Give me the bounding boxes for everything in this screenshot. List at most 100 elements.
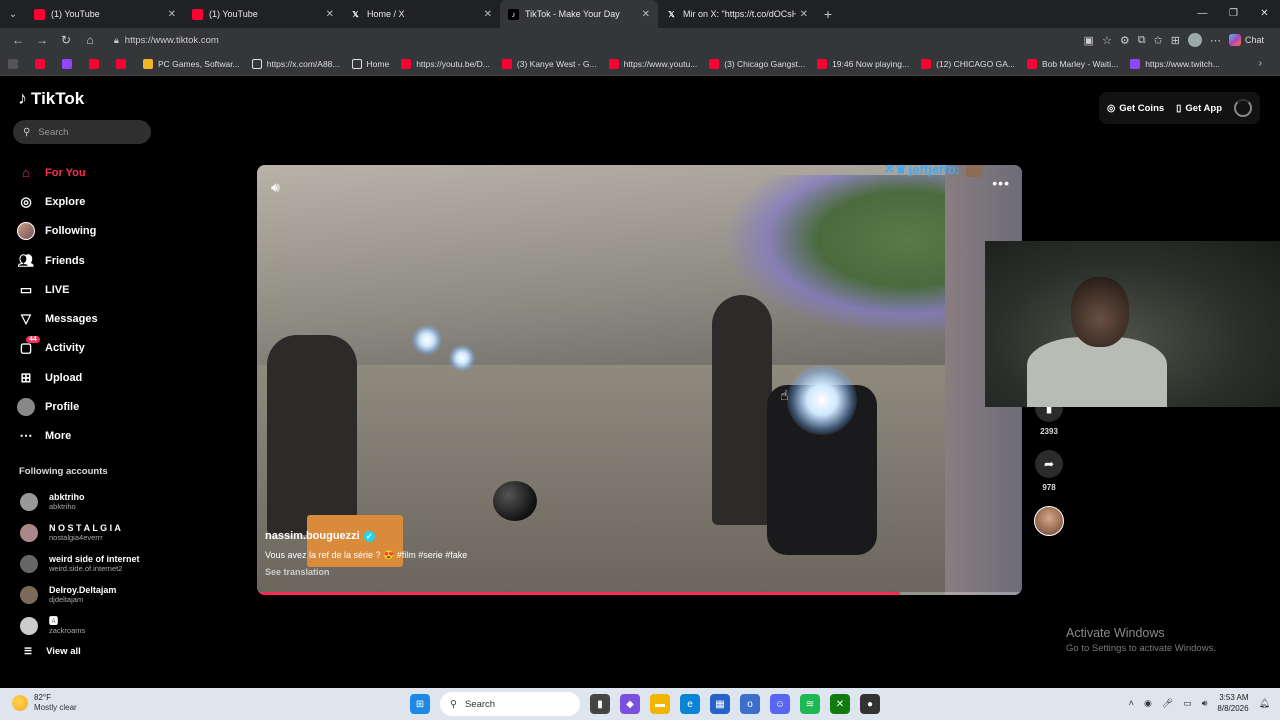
browser-tab[interactable]: (1) YouTube ✕ <box>26 0 184 28</box>
home-icon: ⌂ <box>22 165 30 181</box>
minimize-icon[interactable]: — <box>1187 0 1218 28</box>
lock-icon[interactable]: 🔒︎ <box>114 35 119 46</box>
sidebar-icon <box>8 58 18 69</box>
browser-tab[interactable]: (1) YouTube ✕ <box>184 0 342 28</box>
taskbar-search[interactable]: ⚲ Search <box>440 692 580 716</box>
restore-icon[interactable]: ❐ <box>1218 0 1249 28</box>
video-progress-bar[interactable] <box>257 592 1022 595</box>
bookmark[interactable]: https://youtu.be/D... <box>401 58 490 69</box>
copilot-chat-button[interactable]: Chat <box>1228 34 1264 46</box>
list-item[interactable]: Delroy.Deltajam djdeltajam <box>20 579 160 610</box>
tray-app-icon[interactable]: ◉ <box>1144 698 1152 709</box>
url-field[interactable]: 🔒︎ https://www.tiktok.com <box>108 30 1008 50</box>
close-tab-icon[interactable]: ✕ <box>484 9 492 20</box>
clock[interactable]: 3:53 AM 8/8/2026 <box>1217 692 1248 714</box>
account-handle: nostalgia4everrr <box>49 533 103 542</box>
sidebar-toggle[interactable] <box>8 58 23 69</box>
webcam-person-body <box>1027 337 1167 407</box>
favorite-star-icon[interactable]: ☆ <box>1102 34 1112 47</box>
video-player[interactable]: 🔊︎ ••• ✕♛ jeffjeffb: ☝︎ nassim.bouguezzi… <box>257 165 1022 595</box>
obs-icon[interactable]: ● <box>860 694 880 714</box>
close-window-icon[interactable]: ✕ <box>1249 0 1280 28</box>
list-item[interactable]: N O S T A L G I Anostalgia4everrr <box>20 517 160 548</box>
extensions-icon[interactable]: ⚙ <box>1120 34 1130 47</box>
close-tab-icon[interactable]: ✕ <box>800 9 808 20</box>
share-button[interactable]: ➦ <box>1035 450 1063 478</box>
close-tab-icon[interactable]: ✕ <box>326 9 334 20</box>
volume-icon[interactable]: 🔊︎ <box>271 179 280 196</box>
sidebar-item-friends[interactable]: 👥︎ Friends <box>16 246 156 275</box>
profile-avatar[interactable] <box>1187 33 1202 47</box>
file-explorer-icon[interactable]: ▬ <box>650 694 670 714</box>
windows-start-icon[interactable]: ⊞ <box>410 694 430 714</box>
bookmark[interactable]: https://www.twitch... <box>1130 58 1220 69</box>
bookmark[interactable]: 19:46 Now playing... <box>817 58 909 69</box>
forward-icon[interactable]: → <box>30 33 54 47</box>
author-avatar[interactable] <box>1034 506 1064 536</box>
bookmark[interactable]: (3) Kanye West - G... <box>501 58 597 69</box>
notifications-icon[interactable]: 🔔︎ <box>1259 698 1270 709</box>
copilot-app-icon[interactable]: ◆ <box>620 694 640 714</box>
sidebar-item-profile[interactable]: Profile <box>16 392 156 421</box>
bookmark[interactable] <box>89 58 104 69</box>
settings-more-icon[interactable]: ⋯ <box>1210 34 1221 47</box>
spotify-icon[interactable]: ≋ <box>800 694 820 714</box>
discord-icon[interactable]: ☺ <box>770 694 790 714</box>
close-tab-icon[interactable]: ✕ <box>168 9 176 20</box>
network-icon[interactable]: ▭ <box>1183 698 1192 709</box>
sidebar-item-for-you[interactable]: ⌂ For You <box>16 158 156 187</box>
favorites-icon[interactable]: ✩ <box>1154 34 1163 47</box>
video-author[interactable]: nassim.bouguezzi ✓ <box>265 530 467 542</box>
tiktok-logo[interactable]: ♪ TikTok <box>18 88 84 109</box>
list-item[interactable]: 🅰zackroams <box>20 610 160 641</box>
see-translation-link[interactable]: See translation <box>265 567 467 577</box>
tray-overflow-icon[interactable]: ˄ <box>1129 698 1134 708</box>
refresh-icon[interactable]: ↻ <box>54 33 78 47</box>
split-screen-icon[interactable]: ▣ <box>1084 34 1094 47</box>
edge-browser-icon[interactable]: e <box>680 694 700 714</box>
chevron-right-icon[interactable]: › <box>1259 58 1262 69</box>
bookmark[interactable] <box>116 58 131 69</box>
sidebar-item-more[interactable]: ⋯ More <box>16 422 156 451</box>
collections-icon[interactable]: ⧉ <box>1138 34 1146 47</box>
list-item[interactable]: abktriho abktriho <box>20 486 160 517</box>
volume-icon[interactable]: 🔊︎ <box>1202 698 1208 709</box>
bookmark[interactable]: (3) Chicago Gangst... <box>709 58 805 69</box>
sidebar-item-following[interactable]: Following <box>16 217 156 246</box>
sidebar-item-live[interactable]: ▭ LIVE <box>16 275 156 304</box>
close-tab-icon[interactable]: ✕ <box>642 9 650 20</box>
bookmark[interactable] <box>62 58 77 69</box>
home-icon[interactable]: ⌂ <box>78 33 102 47</box>
bookmark[interactable]: PC Games, Softwar... <box>143 58 240 69</box>
sidebar-nav: ⌂ For You ◎ Explore Following 👥︎ Friends… <box>16 158 156 451</box>
more-options-icon[interactable]: ••• <box>992 175 1010 191</box>
sidebar-item-explore[interactable]: ◎ Explore <box>16 187 156 216</box>
bookmark[interactable]: https://www.youtu... <box>608 58 697 69</box>
bookmark[interactable]: https://x.com/A88... <box>251 58 340 69</box>
get-coins-button[interactable]: ◎ Get Coins <box>1107 103 1164 114</box>
bookmark[interactable]: Bob Marley - Waiti... <box>1026 58 1118 69</box>
microphone-icon[interactable]: 🎤︎ <box>1162 698 1173 709</box>
tab-actions-menu-icon[interactable]: ⌄ <box>0 0 26 28</box>
outlook-icon[interactable]: o <box>740 694 760 714</box>
new-tab-button[interactable]: + <box>816 6 840 22</box>
task-view-icon[interactable]: ▮ <box>590 694 610 714</box>
view-all-link[interactable]: ☰ View all <box>24 646 81 657</box>
bookmark[interactable]: (12) CHICAGO GA... <box>921 58 1015 69</box>
browser-tab-active[interactable]: ♪ TikTok - Make Your Day ✕ <box>500 0 658 28</box>
back-icon[interactable]: ← <box>6 33 30 47</box>
tab-actions-icon[interactable]: ⊞ <box>1171 34 1180 47</box>
sidebar-item-messages[interactable]: ▽ Messages <box>16 304 156 333</box>
browser-tab[interactable]: 𝕏 Home / X ✕ <box>342 0 500 28</box>
browser-tab[interactable]: 𝕏 Mir on X: "https://t.co/dOCsHjtrD ✕ <box>658 0 816 28</box>
sidebar-item-upload[interactable]: ⊞ Upload <box>16 363 156 392</box>
bookmark[interactable]: Home <box>351 58 389 69</box>
microsoft-store-icon[interactable]: ▦ <box>710 694 730 714</box>
weather-widget[interactable]: 82°F Mostly clear <box>12 693 77 713</box>
list-item[interactable]: weird side of internet weird.side.of.inte… <box>20 548 160 579</box>
xbox-icon[interactable]: ✕ <box>830 694 850 714</box>
get-app-button[interactable]: ▯ Get App <box>1176 103 1222 114</box>
bookmark[interactable] <box>35 58 50 69</box>
search-input[interactable]: ⚲ Search <box>13 120 151 144</box>
sidebar-item-activity[interactable]: ▢ 44 Activity <box>16 334 156 363</box>
